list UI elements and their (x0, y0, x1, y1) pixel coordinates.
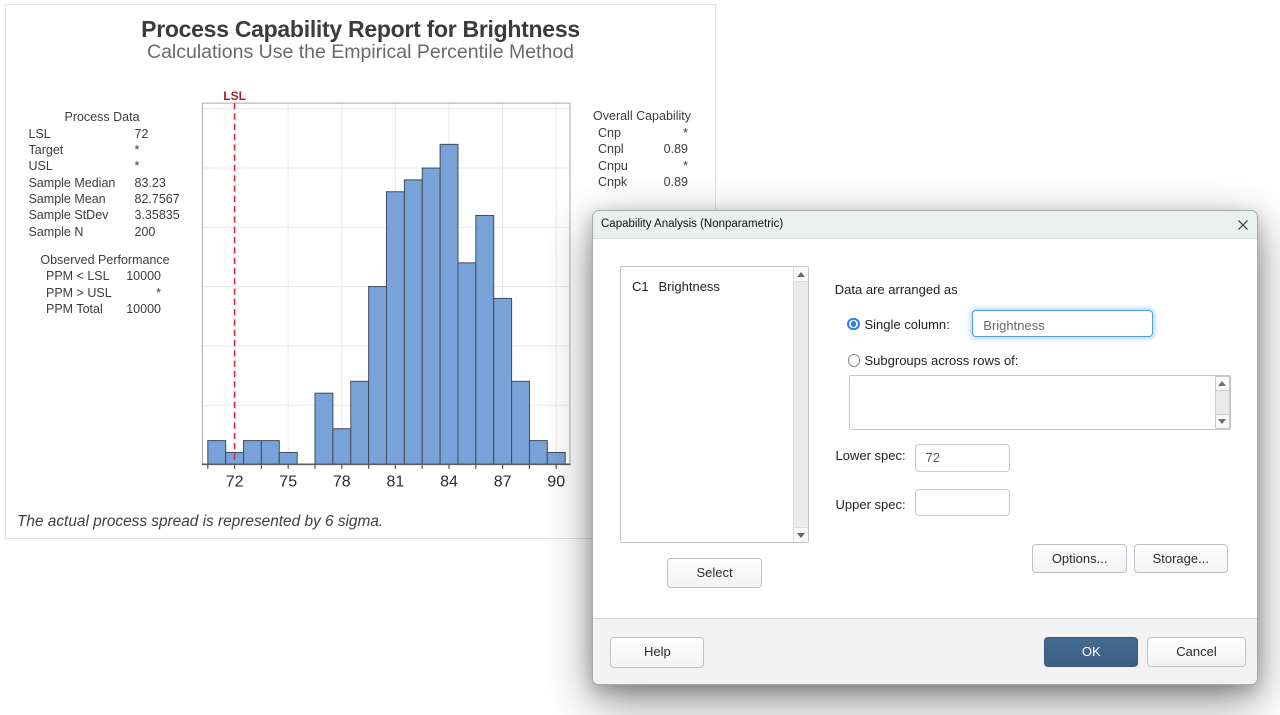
svg-text:72: 72 (226, 474, 244, 491)
svg-text:78: 78 (333, 474, 351, 491)
svg-text:90: 90 (547, 474, 565, 491)
svg-text:LSL: LSL (223, 89, 246, 103)
svg-text:81: 81 (387, 474, 405, 491)
svg-text:75: 75 (279, 474, 297, 491)
svg-text:84: 84 (440, 474, 458, 491)
svg-text:87: 87 (494, 474, 512, 491)
